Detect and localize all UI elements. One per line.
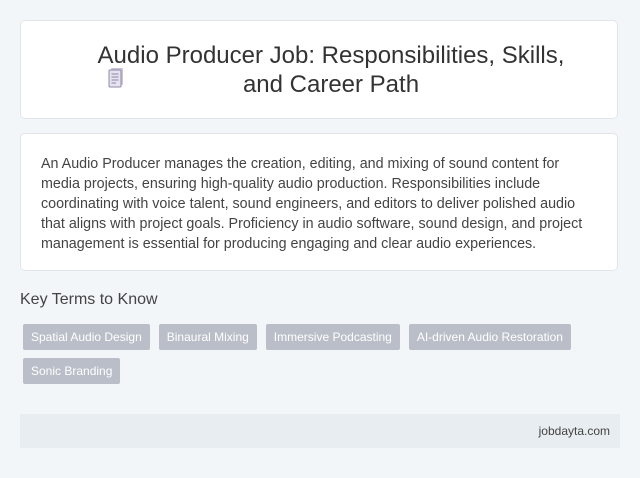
title-container: Audio Producer Job: Responsibilities, Sk… (59, 41, 579, 99)
footer-site-link[interactable]: jobdayta.com (539, 424, 610, 438)
key-terms-heading: Key Terms to Know (20, 291, 158, 308)
footer: jobdayta.com (20, 414, 620, 448)
tag-sonic-branding[interactable]: Sonic Branding (23, 358, 121, 384)
document-icon (107, 67, 125, 89)
page-title: Audio Producer Job: Responsibilities, Sk… (97, 41, 565, 98)
description-card: An Audio Producer manages the creation, … (20, 133, 618, 271)
tag-binaural-mixing[interactable]: Binaural Mixing (158, 324, 257, 350)
title-card: Audio Producer Job: Responsibilities, Sk… (20, 20, 618, 119)
key-terms-list: Spatial Audio Design Binaural Mixing Imm… (23, 324, 603, 384)
tag-ai-driven-audio-restoration[interactable]: AI-driven Audio Restoration (408, 324, 571, 350)
description-text: An Audio Producer manages the creation, … (41, 156, 583, 252)
tag-immersive-podcasting[interactable]: Immersive Podcasting (265, 324, 400, 350)
tag-spatial-audio-design[interactable]: Spatial Audio Design (23, 324, 150, 350)
